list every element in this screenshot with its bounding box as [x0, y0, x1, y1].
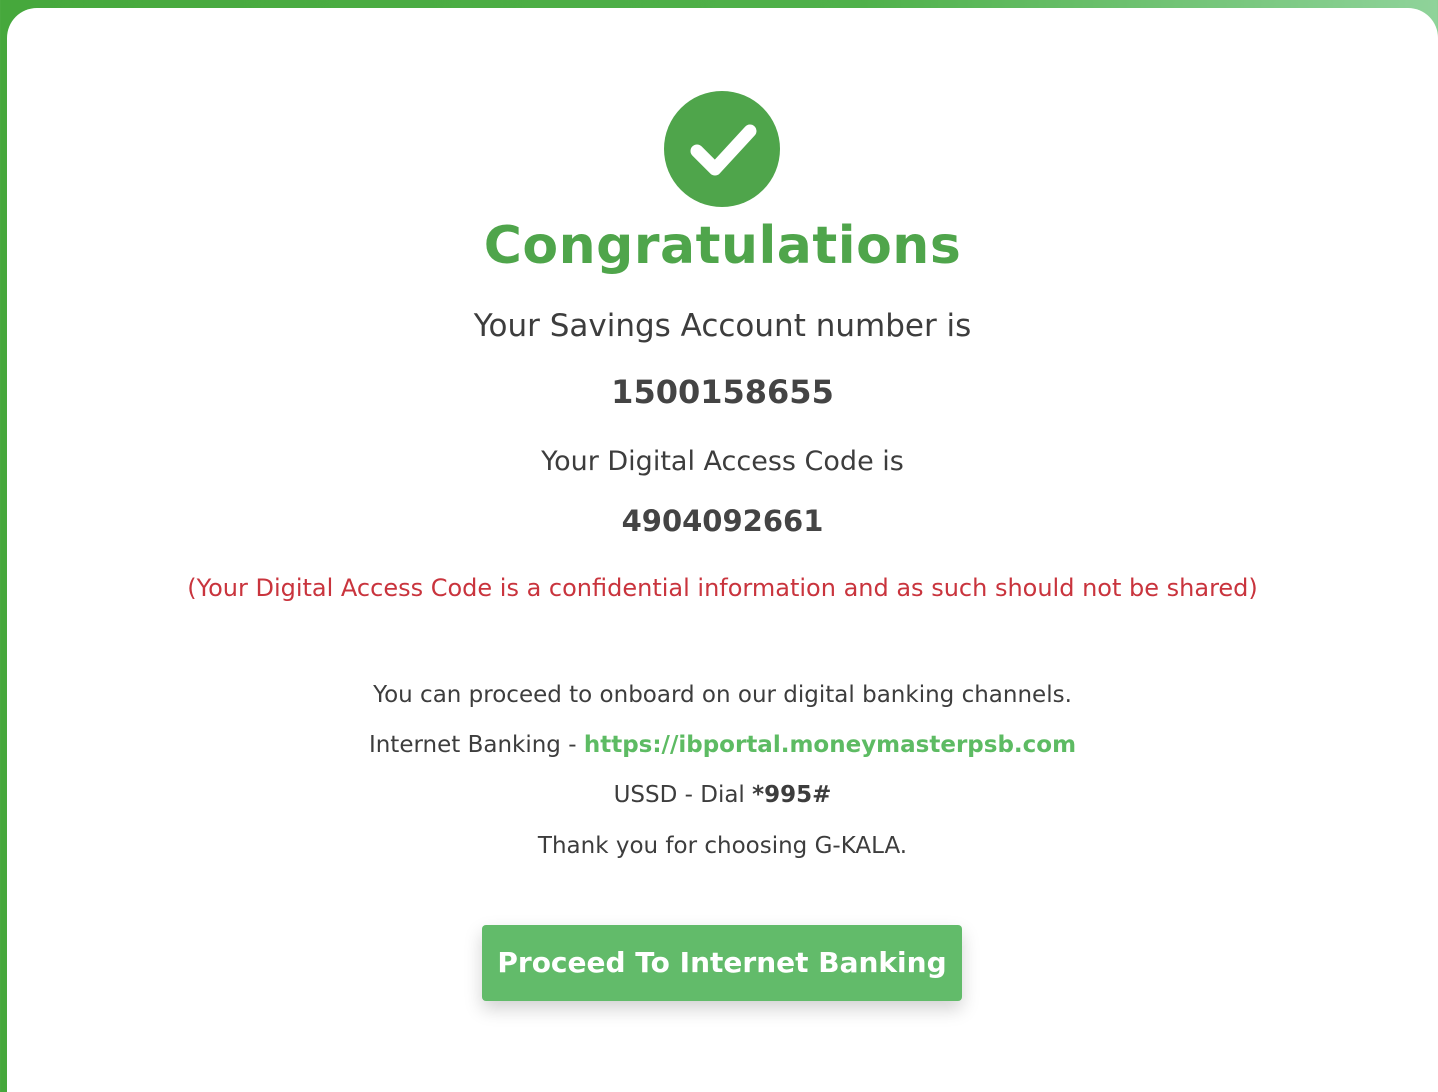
thanks-text: Thank you for choosing G-KALA. — [537, 833, 908, 859]
ussd-label: USSD - Dial — [613, 782, 753, 808]
proceed-internet-banking-button[interactable]: Proceed To Internet Banking — [482, 925, 962, 1001]
internet-banking-line: Internet Banking - https://ibportal.mone… — [7, 732, 1438, 758]
account-number-label: Your Savings Account number is — [473, 308, 972, 344]
success-card: Congratulations Your Savings Account num… — [7, 8, 1438, 1092]
internet-banking-label: Internet Banking - — [368, 732, 584, 758]
ussd-line: USSD - Dial *995# — [7, 782, 1438, 808]
check-circle-icon — [664, 91, 780, 207]
account-number-value: 1500158655 — [611, 373, 834, 411]
internet-banking-link[interactable]: https://ibportal.moneymasterpsb.com — [584, 732, 1076, 758]
confidential-warning: (Your Digital Access Code is a confident… — [187, 574, 1258, 602]
ussd-code: *995# — [752, 782, 832, 808]
onboard-text: You can proceed to onboard on our digita… — [373, 682, 1072, 708]
access-code-value: 4904092661 — [621, 504, 824, 538]
page-title: Congratulations — [483, 216, 962, 276]
access-code-label: Your Digital Access Code is — [541, 446, 904, 477]
